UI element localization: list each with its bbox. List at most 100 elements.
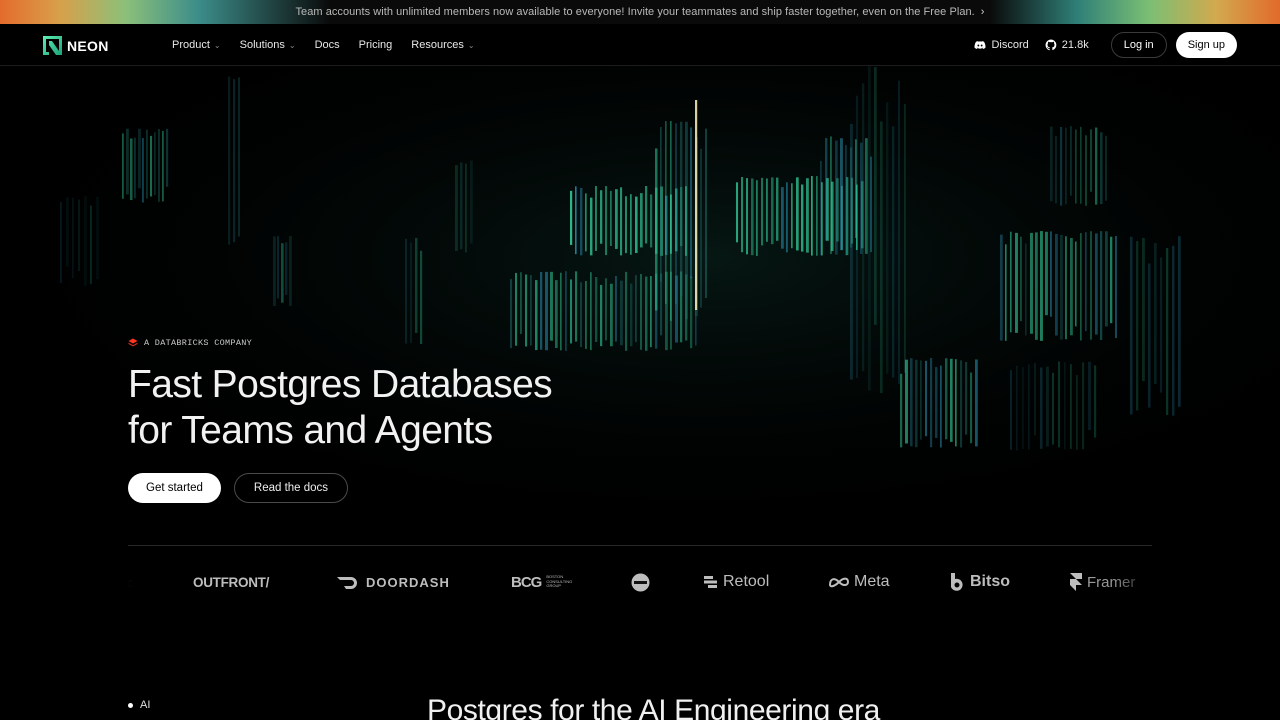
announcement-text: Team accounts with unlimited members now… bbox=[295, 6, 975, 18]
decorative-bar bbox=[460, 162, 463, 250]
read-docs-button[interactable]: Read the docs bbox=[233, 473, 349, 503]
decorative-bar bbox=[605, 278, 607, 341]
decorative-bar bbox=[90, 205, 92, 284]
hero-cta-group: Get started Read the docs bbox=[128, 473, 349, 503]
chevron-down-icon: ⌄ bbox=[467, 41, 475, 50]
decorative-bar bbox=[126, 128, 129, 195]
decorative-bar bbox=[960, 360, 963, 448]
github-icon bbox=[1045, 39, 1057, 51]
section-side-nav-item[interactable]: AI bbox=[128, 699, 150, 711]
decorative-bar bbox=[277, 236, 280, 299]
logo-outfront: OUTFRONT/ bbox=[193, 566, 269, 598]
logo-framer-text: Framer bbox=[1087, 573, 1136, 591]
decorative-bar bbox=[904, 103, 906, 373]
decorative-bar bbox=[625, 271, 628, 351]
decorative-bar bbox=[134, 137, 136, 199]
retool-icon bbox=[704, 576, 717, 588]
decorative-bar bbox=[1050, 231, 1052, 317]
decorative-bar bbox=[835, 140, 838, 255]
decorative-bar bbox=[1088, 361, 1091, 431]
decorative-bar bbox=[590, 197, 593, 256]
decorative-bar bbox=[1028, 364, 1030, 450]
decorative-bar bbox=[585, 193, 587, 252]
section-divider bbox=[128, 545, 1152, 546]
logo-bitso-text: Bitso bbox=[970, 573, 1010, 590]
announcement-link[interactable]: Team accounts with unlimited members now… bbox=[296, 6, 985, 18]
menu-item-docs[interactable]: Docs bbox=[315, 39, 340, 51]
menu-item-label: Pricing bbox=[358, 39, 393, 51]
announcement-gradient-left bbox=[0, 0, 330, 24]
signup-button[interactable]: Sign up bbox=[1175, 32, 1237, 58]
menu-item-product[interactable]: Product ⌄ bbox=[172, 39, 221, 51]
decorative-bar bbox=[146, 129, 148, 199]
menu-item-solutions[interactable]: Solutions ⌄ bbox=[240, 39, 296, 51]
decorative-bar bbox=[1020, 236, 1022, 322]
decorative-bar bbox=[84, 196, 87, 286]
decorative-bar bbox=[955, 359, 957, 447]
decorative-bar bbox=[166, 128, 169, 187]
decorative-bar bbox=[60, 201, 62, 283]
decorative-bar bbox=[1040, 367, 1043, 449]
decorative-bar bbox=[228, 76, 231, 245]
decorative-bar bbox=[811, 176, 813, 256]
decorative-bar bbox=[920, 360, 922, 440]
decorative-bar bbox=[1130, 236, 1133, 415]
decorative-bar bbox=[575, 186, 577, 255]
decorative-bar bbox=[865, 138, 868, 254]
decorative-bar bbox=[1050, 126, 1053, 202]
logo-outfront-text: OUTFRONT/ bbox=[193, 574, 270, 590]
decorative-bar bbox=[1005, 244, 1007, 341]
menu-item-label: Resources bbox=[411, 39, 464, 51]
decorative-bar bbox=[1085, 135, 1087, 206]
decorative-bar bbox=[1095, 127, 1098, 205]
decorative-bar bbox=[900, 373, 903, 448]
decorative-bar bbox=[761, 177, 764, 246]
decorative-bar bbox=[585, 281, 587, 349]
decorative-bar bbox=[806, 178, 809, 253]
discord-link[interactable]: Discord bbox=[974, 39, 1029, 51]
decorative-bar bbox=[560, 272, 562, 351]
get-started-button[interactable]: Get started bbox=[128, 473, 221, 503]
decorative-bar bbox=[465, 163, 467, 253]
decorative-bar bbox=[825, 138, 828, 241]
decorative-bar bbox=[565, 271, 567, 351]
decorative-bar bbox=[545, 271, 548, 351]
decorative-bar bbox=[665, 121, 667, 304]
decorative-bar bbox=[880, 121, 883, 394]
decorative-bar bbox=[520, 272, 522, 334]
active-dot-icon bbox=[128, 702, 133, 708]
decorative-bar bbox=[620, 280, 623, 346]
menu-item-pricing[interactable]: Pricing bbox=[359, 39, 393, 51]
decorative-bar bbox=[1115, 235, 1117, 339]
decorative-bar bbox=[635, 196, 638, 254]
decorative-bar bbox=[122, 133, 124, 199]
decorative-bar bbox=[645, 276, 648, 351]
decorative-bar bbox=[892, 126, 895, 378]
decorative-bar bbox=[158, 129, 160, 202]
decorative-bar bbox=[950, 358, 953, 442]
discord-label: Discord bbox=[991, 39, 1029, 51]
login-button[interactable]: Log in bbox=[1110, 32, 1167, 58]
menu-item-resources[interactable]: Resources ⌄ bbox=[411, 39, 474, 51]
headline-line-2: for Teams and Agents bbox=[128, 409, 493, 452]
decorative-bar bbox=[273, 236, 276, 306]
decorative-bar bbox=[610, 283, 613, 347]
decorative-bar bbox=[1000, 234, 1003, 341]
databricks-icon bbox=[128, 338, 138, 347]
decorative-bar bbox=[868, 66, 871, 391]
github-stars: 21.8k bbox=[1061, 39, 1089, 51]
decorative-bar bbox=[415, 238, 418, 333]
decorative-bar bbox=[570, 190, 573, 245]
decorative-bar bbox=[285, 242, 288, 295]
decorative-bar bbox=[840, 138, 843, 251]
menu-item-label: Product bbox=[172, 39, 210, 51]
bitso-icon bbox=[951, 573, 963, 591]
decorative-bar bbox=[600, 190, 603, 244]
decorative-bar bbox=[898, 80, 900, 384]
decorative-bar bbox=[590, 272, 592, 351]
decorative-highlight-bar bbox=[695, 100, 698, 310]
decorative-bar bbox=[850, 123, 853, 380]
neon-logo[interactable]: NEON bbox=[43, 36, 109, 55]
decorative-bar bbox=[650, 194, 653, 248]
github-link[interactable]: 21.8k bbox=[1045, 39, 1089, 51]
